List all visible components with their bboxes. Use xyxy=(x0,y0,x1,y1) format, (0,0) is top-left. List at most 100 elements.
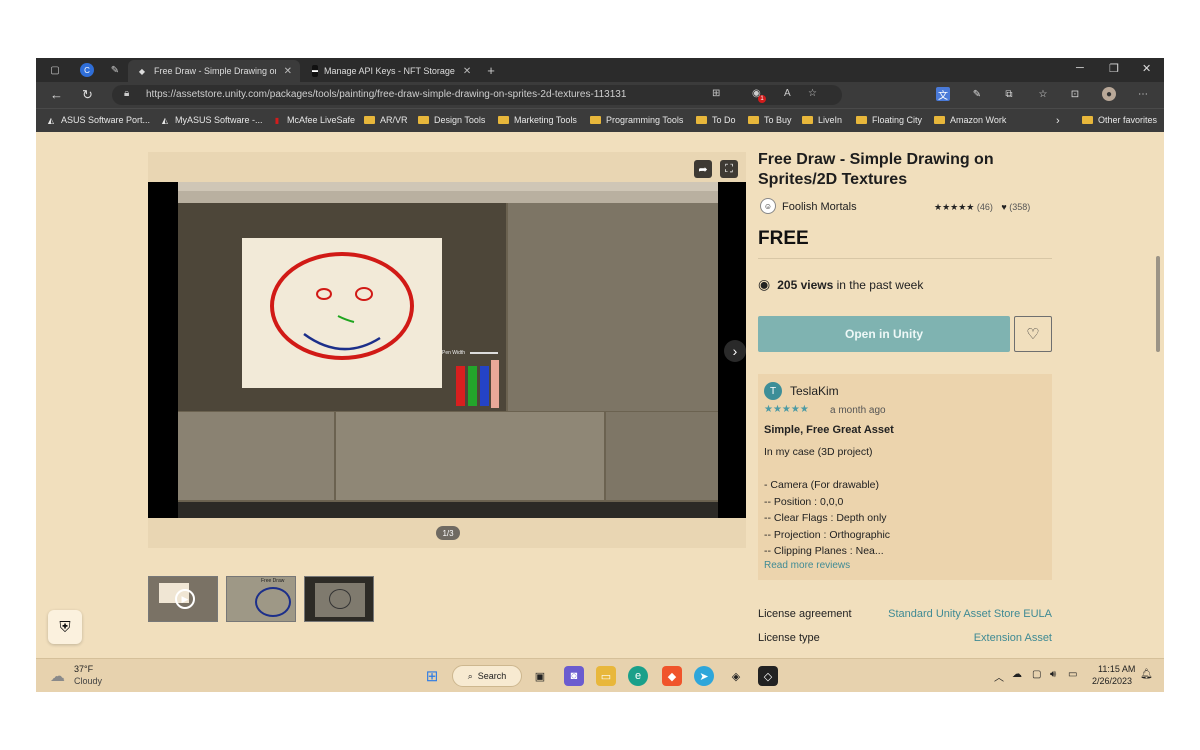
read-aloud-icon[interactable]: A xyxy=(784,88,791,99)
asus-icon: ◭ xyxy=(161,115,169,125)
task-view-icon[interactable]: ▣ xyxy=(530,666,550,686)
bookmark-folder-arvr[interactable]: AR/VR xyxy=(364,115,408,125)
tray-onedrive-icon[interactable]: ☁ xyxy=(1012,669,1022,680)
refresh-icon[interactable]: ↻ xyxy=(82,87,93,103)
green-pencil-icon xyxy=(468,366,477,406)
close-window-icon[interactable]: ✕ xyxy=(1142,62,1151,75)
notification-bell-icon[interactable]: 🔔︎ xyxy=(1140,669,1153,680)
apps-grid-icon[interactable]: ⊞ xyxy=(712,88,720,99)
brave-browser-icon[interactable]: ◆ xyxy=(662,666,682,686)
unity-hub-icon[interactable]: ◈ xyxy=(726,666,746,686)
url-box[interactable]: 🔒︎ https://assetstore.unity.com/packages… xyxy=(112,85,842,105)
publisher-link[interactable]: Foolish Mortals xyxy=(782,201,857,213)
bookmark-mcafee[interactable]: ▮ McAfee LiveSafe xyxy=(272,115,355,125)
fullscreen-icon[interactable]: ⛶ xyxy=(720,160,738,178)
tab-free-draw[interactable]: ◆ Free Draw - Simple Drawing on ✕ xyxy=(128,60,300,82)
tray-volume-icon[interactable]: 🔊︎ xyxy=(1050,669,1056,680)
views-count: ◉ 205 views in the past week xyxy=(758,276,923,293)
review-card: T TeslaKim ★★★★★ a month ago Simple, Fre… xyxy=(758,374,1052,580)
weather-temp[interactable]: 37°F xyxy=(74,664,93,674)
folder-icon xyxy=(802,116,813,124)
read-more-reviews-link[interactable]: Read more reviews xyxy=(764,560,850,571)
edge-browser-icon[interactable]: e xyxy=(628,666,648,686)
gallery-thumb-video[interactable]: ▶ xyxy=(148,576,218,622)
thumb-caption: Free Draw xyxy=(261,578,285,584)
eye-icon: ◉ xyxy=(758,276,771,292)
gallery-thumb-2[interactable]: Free Draw xyxy=(226,576,296,622)
editor-toolbar xyxy=(178,191,718,203)
editor-taskbar xyxy=(178,502,718,518)
back-arrow-icon[interactable]: ← xyxy=(50,87,63,102)
bookmark-other-favorites[interactable]: Other favorites xyxy=(1082,115,1157,125)
drawing-canvas xyxy=(242,238,442,388)
bookmark-folder-marketing-tools[interactable]: Marketing Tools xyxy=(498,115,577,125)
blue-pencil-icon xyxy=(480,366,489,406)
license-type-link[interactable]: Extension Asset xyxy=(974,632,1052,644)
pen-width-label: Pen Width xyxy=(442,350,466,356)
license-agreement-link[interactable]: Standard Unity Asset Store EULA xyxy=(888,608,1052,620)
open-in-unity-button[interactable]: Open in Unity xyxy=(758,316,1010,352)
next-image-button[interactable]: › xyxy=(724,340,746,362)
start-windows-icon[interactable]: ⊞ xyxy=(422,666,442,686)
bookmarks-overflow-chevron-icon[interactable]: › xyxy=(1056,115,1060,127)
media-viewer[interactable]: Pen Width › xyxy=(148,182,746,518)
bookmark-folder-programming-tools[interactable]: Programming Tools xyxy=(590,115,683,125)
bookmark-asus-software-portal[interactable]: ◭ ASUS Software Port... xyxy=(46,115,150,125)
extension-translate-icon[interactable]: 文 xyxy=(936,87,950,102)
extension-pen-icon[interactable]: ✎ xyxy=(970,87,984,101)
file-explorer-icon[interactable]: ▭ xyxy=(596,666,616,686)
bookmark-folder-design-tools[interactable]: Design Tools xyxy=(418,115,485,125)
pinned-tab-c-icon[interactable]: C xyxy=(80,63,94,77)
editor-titlebar xyxy=(178,182,718,191)
page-scrollbar[interactable] xyxy=(1156,256,1160,352)
clock-time[interactable]: 11:15 AM xyxy=(1098,664,1135,674)
gallery-thumb-3[interactable] xyxy=(304,576,374,622)
bookmark-folder-livein[interactable]: LiveIn xyxy=(802,115,842,125)
share-icon[interactable]: ➦ xyxy=(694,160,712,178)
favorite-star-icon[interactable]: ☆ xyxy=(808,88,817,99)
windows-taskbar: ☁ 37°F Cloudy ⊞ ⌕ Search ▣ ◙ ▭ e ◆ ➤ ◈ ◇ … xyxy=(36,658,1164,692)
privacy-shield-icon[interactable]: ⛨ xyxy=(48,610,82,644)
media-gallery: ➦ ⛶ Pen Width › 1/3 ▶ Free Draw xyxy=(148,152,746,622)
bookmark-folder-to-buy[interactable]: To Buy xyxy=(748,115,792,125)
extensions-puzzle-icon[interactable]: ⧉ xyxy=(1002,87,1016,101)
teams-chat-icon[interactable]: ◙ xyxy=(564,666,584,686)
taskbar-search[interactable]: ⌕ Search xyxy=(452,665,522,687)
bookmark-folder-floating-city[interactable]: Floating City xyxy=(856,115,922,125)
editor-project-panel xyxy=(336,412,604,500)
maximize-icon[interactable]: ❐ xyxy=(1109,62,1119,75)
heart-outline-icon: ♡ xyxy=(1026,326,1040,343)
profile-avatar-icon[interactable]: ● xyxy=(1102,87,1116,101)
review-stars: ★★★★★ xyxy=(764,404,809,415)
add-favorite-button[interactable]: ♡ xyxy=(1014,316,1052,352)
tab-label: Free Draw - Simple Drawing on xyxy=(153,66,276,76)
tab-nft-storage[interactable]: ▬ Manage API Keys - NFT Storage ✕ xyxy=(304,60,476,82)
new-tab-icon[interactable]: + xyxy=(484,63,498,78)
bookmark-folder-to-do[interactable]: To Do xyxy=(696,115,736,125)
pinned-tab-brush-icon[interactable]: ✎ xyxy=(108,63,122,77)
eraser-icon xyxy=(491,360,499,408)
tray-display-icon[interactable]: ▢ xyxy=(1032,669,1041,680)
close-tab-icon[interactable]: ✕ xyxy=(284,66,292,77)
rating-summary[interactable]: ★★★★★ (46) ♥ (358) xyxy=(934,202,1030,213)
tray-chevron-icon[interactable]: ︿ xyxy=(994,669,1004,684)
telegram-icon[interactable]: ➤ xyxy=(694,666,714,686)
url-text[interactable]: https://assetstore.unity.com/packages/to… xyxy=(146,89,626,100)
bookmark-folder-amazon-work[interactable]: Amazon Work xyxy=(934,115,1006,125)
lock-icon[interactable]: 🔒︎ xyxy=(124,88,129,99)
folder-icon xyxy=(590,116,601,124)
minimize-icon[interactable]: ─ xyxy=(1076,62,1084,74)
favorites-count: (358) xyxy=(1009,202,1031,212)
tab-actions-icon[interactable]: ▢ xyxy=(48,63,62,77)
clock-date[interactable]: 2/26/2023 xyxy=(1092,676,1132,686)
favorites-icon[interactable]: ☆ xyxy=(1036,87,1050,101)
weather-desc[interactable]: Cloudy xyxy=(74,676,102,686)
product-title: Free Draw - Simple Drawing on Sprites/2D… xyxy=(758,151,994,188)
close-tab-icon[interactable]: ✕ xyxy=(463,66,471,77)
cloud-icon: ☁ xyxy=(50,668,65,685)
tray-battery-icon[interactable]: ▭ xyxy=(1068,669,1077,680)
collections-icon[interactable]: ⊡ xyxy=(1068,87,1082,101)
more-menu-icon[interactable]: ⋯ xyxy=(1136,87,1150,101)
unity-editor-icon[interactable]: ◇ xyxy=(758,666,778,686)
bookmark-myasus[interactable]: ◭ MyASUS Software -... xyxy=(160,115,263,125)
